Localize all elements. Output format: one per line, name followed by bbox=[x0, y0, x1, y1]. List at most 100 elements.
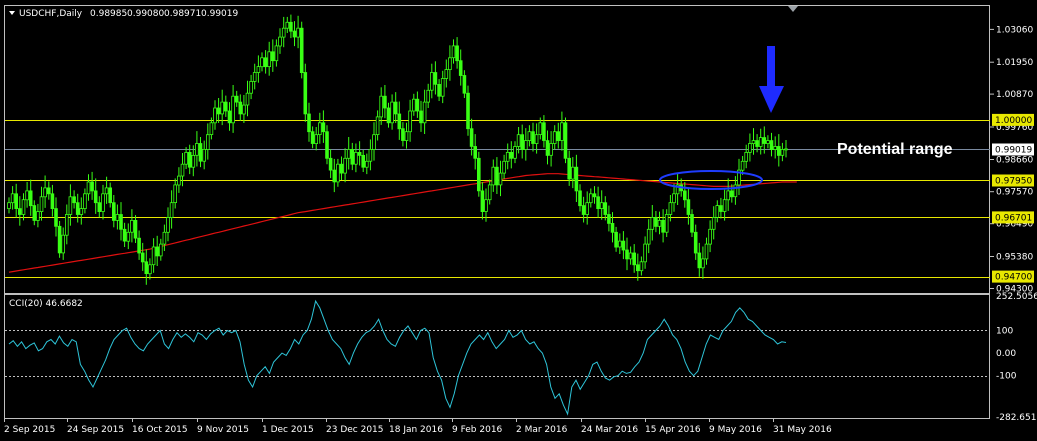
candle-body bbox=[491, 166, 496, 186]
candle-body bbox=[636, 264, 640, 272]
candle-body bbox=[299, 27, 304, 74]
candle-body bbox=[289, 21, 293, 32]
x-tick-label: 24 Sep 2015 bbox=[67, 425, 124, 435]
candle-body bbox=[390, 101, 394, 124]
candle-body bbox=[610, 222, 615, 233]
candle-body bbox=[379, 95, 383, 118]
candle-body bbox=[86, 181, 91, 195]
x-tick-label: 16 Oct 2015 bbox=[132, 425, 188, 435]
level-tag-1: 0.97950 bbox=[992, 174, 1034, 187]
candle-body bbox=[263, 57, 268, 68]
candle-body bbox=[614, 231, 618, 248]
candle-body bbox=[177, 175, 181, 186]
candle-body bbox=[137, 237, 141, 254]
y-tick-label: 1.00870 bbox=[996, 90, 1033, 100]
candle-body bbox=[458, 60, 463, 76]
candle-body bbox=[115, 214, 120, 221]
candle-body bbox=[303, 72, 308, 115]
candle-body bbox=[563, 122, 568, 159]
candle-body bbox=[462, 75, 467, 94]
ohlc-high: 0.99080 bbox=[127, 9, 164, 19]
candle-body bbox=[28, 190, 33, 207]
candle-body bbox=[560, 122, 564, 141]
y-tick-label: 0.97570 bbox=[996, 188, 1033, 198]
candle-body bbox=[480, 190, 485, 212]
candle-body bbox=[513, 146, 517, 159]
candle-body bbox=[119, 214, 123, 230]
candle-body bbox=[683, 190, 687, 201]
candle-body bbox=[350, 148, 355, 165]
candle-body bbox=[581, 205, 586, 215]
y-tick-label: 1.03060 bbox=[996, 25, 1033, 35]
candle-body bbox=[169, 202, 174, 218]
candle-body bbox=[61, 234, 65, 254]
candle-body bbox=[281, 27, 286, 38]
x-tick-label: 9 Feb 2016 bbox=[452, 425, 503, 435]
candle-body bbox=[83, 193, 87, 210]
candle-body bbox=[628, 252, 633, 260]
x-tick-label: 31 May 2016 bbox=[773, 425, 832, 435]
candle-body bbox=[516, 134, 521, 147]
candle-body bbox=[542, 122, 546, 141]
candle-body bbox=[476, 157, 481, 192]
candle-body bbox=[701, 258, 705, 269]
candle-body bbox=[607, 214, 611, 224]
candle-body bbox=[361, 154, 365, 168]
current-price-tag-label: 0.99019 bbox=[995, 146, 1032, 156]
candle-body bbox=[549, 143, 553, 156]
x-tick-label: 1 Dec 2015 bbox=[262, 425, 314, 435]
candle-body bbox=[552, 131, 557, 144]
level-tag-label: 0.96701 bbox=[995, 213, 1032, 223]
candle-body bbox=[437, 84, 441, 97]
candle-body bbox=[296, 27, 300, 38]
candle-body bbox=[408, 110, 412, 133]
candle bbox=[563, 117, 568, 164]
candle-body bbox=[93, 190, 98, 204]
candle-body bbox=[205, 134, 210, 150]
candle-body bbox=[151, 246, 156, 266]
candle-body bbox=[50, 193, 55, 210]
candle-body bbox=[762, 137, 767, 144]
candle-body bbox=[466, 92, 470, 130]
candle-body bbox=[310, 131, 315, 144]
candle-body bbox=[57, 225, 62, 254]
x-tick-label: 24 Mar 2016 bbox=[581, 425, 638, 435]
candle-body bbox=[668, 202, 673, 215]
candle bbox=[57, 221, 62, 258]
candle-body bbox=[777, 146, 781, 156]
candle-body bbox=[187, 151, 192, 168]
candle-body bbox=[354, 151, 358, 165]
candle-body bbox=[72, 196, 76, 204]
candle-body bbox=[274, 45, 279, 62]
x-tick-label: 9 May 2016 bbox=[709, 425, 762, 435]
candle-body bbox=[75, 202, 80, 215]
candle-body bbox=[148, 264, 152, 275]
candle-body bbox=[108, 187, 113, 204]
level-tag-label: 0.94700 bbox=[995, 273, 1032, 283]
candle-body bbox=[202, 148, 207, 162]
candle-body bbox=[571, 166, 575, 180]
ohlc-low: 0.98971 bbox=[164, 9, 201, 19]
candle-body bbox=[632, 252, 636, 266]
candle-body bbox=[372, 134, 376, 150]
candle-body bbox=[448, 57, 452, 70]
candle-body bbox=[505, 151, 510, 162]
candle-body bbox=[780, 148, 785, 156]
y-tick-label: 0.95380 bbox=[996, 253, 1033, 263]
candle bbox=[466, 85, 470, 136]
candle-body bbox=[440, 78, 445, 97]
candle-body bbox=[545, 140, 550, 156]
candle-body bbox=[144, 261, 149, 274]
candle-body bbox=[411, 98, 416, 112]
candle-body bbox=[231, 95, 235, 124]
candle-body bbox=[101, 193, 105, 212]
candle-body bbox=[740, 160, 745, 171]
cci-title: CCI(20) 46.6682 bbox=[9, 299, 83, 309]
candle-body bbox=[166, 217, 170, 233]
candle-body bbox=[726, 190, 730, 201]
candle-body bbox=[180, 163, 185, 177]
candle-body bbox=[216, 107, 221, 115]
candle bbox=[303, 63, 308, 122]
candle-body bbox=[386, 107, 391, 124]
candle-body bbox=[585, 202, 589, 215]
